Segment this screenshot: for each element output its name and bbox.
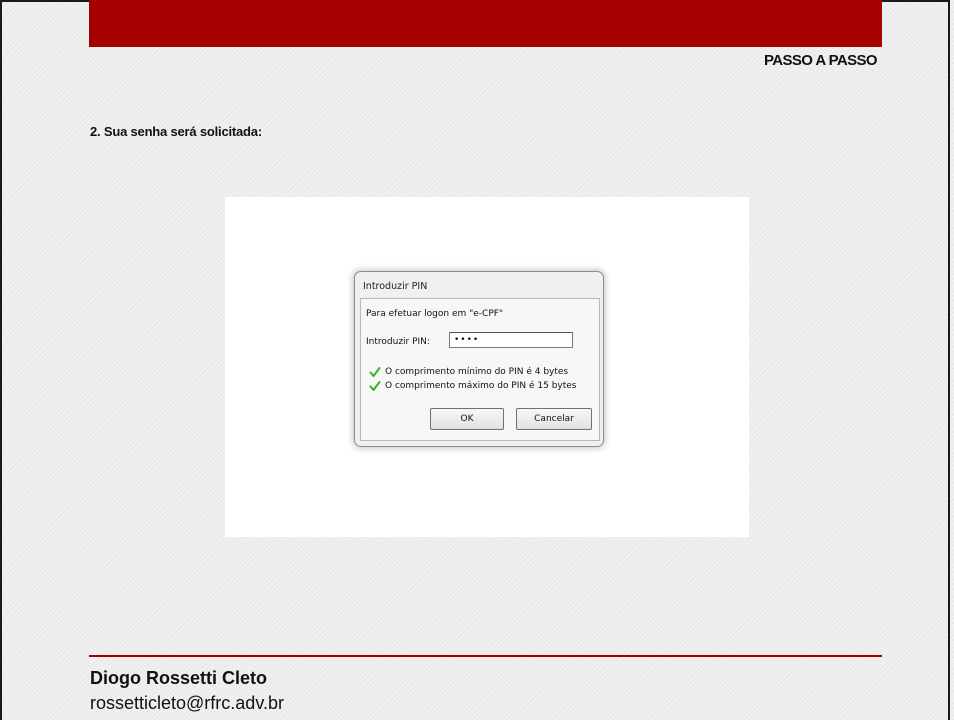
dialog-title: Introduzir PIN [363, 281, 428, 292]
header-band [89, 0, 882, 47]
ok-button[interactable]: OK [430, 408, 504, 430]
rule-max-length: O comprimento máximo do PIN é 15 bytes [369, 380, 577, 392]
footer-divider [89, 655, 882, 657]
step-instruction: 2. Sua senha será solicitada: [90, 124, 262, 139]
pin-label: Introduzir PIN: [366, 337, 430, 347]
check-icon [369, 381, 381, 391]
screenshot-card: Introduzir PIN Para efetuar logon em "e-… [225, 197, 749, 537]
author-email: rossetticleto@rfrc.adv.br [90, 693, 284, 713]
rule-text: O comprimento máximo do PIN é 15 bytes [385, 381, 577, 391]
rule-text: O comprimento mínimo do PIN é 4 bytes [385, 367, 569, 377]
pin-dialog: Introduzir PIN Para efetuar logon em "e-… [354, 271, 604, 447]
logon-message: Para efetuar logon em "e-CPF" [366, 309, 504, 319]
rule-min-length: O comprimento mínimo do PIN é 4 bytes [369, 366, 568, 378]
check-icon [369, 367, 381, 377]
author-name: Diogo Rossetti Cleto [90, 668, 268, 688]
cancel-button[interactable]: Cancelar [516, 408, 592, 430]
section-label: PASSO A PASSO [763, 52, 878, 69]
dialog-body: Para efetuar logon em "e-CPF" Introduzir… [360, 298, 600, 441]
pin-input[interactable]: •••• [449, 332, 573, 348]
